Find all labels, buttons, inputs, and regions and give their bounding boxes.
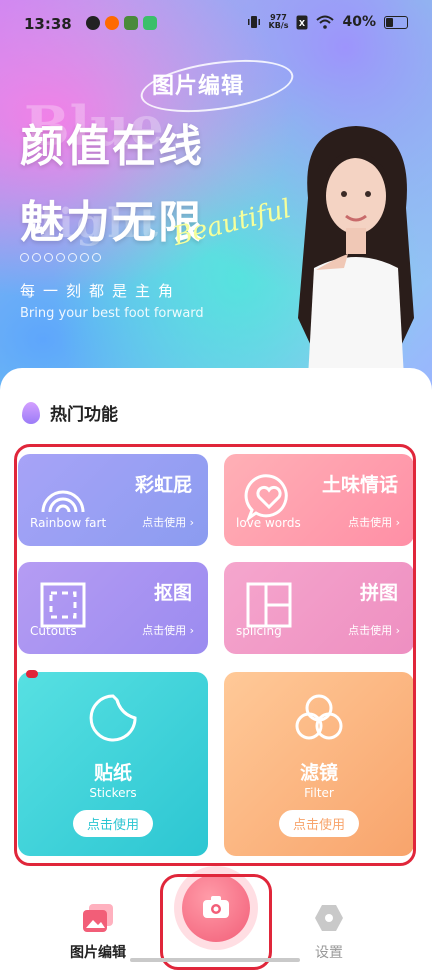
gallery-icon [83, 904, 113, 932]
hero-subtitle-en: Bring your best foot forward [20, 306, 204, 321]
notification-dot [26, 670, 38, 678]
app-notification-icon [105, 16, 119, 30]
battery-text: 40% [342, 14, 376, 30]
tab-label: 设置 [315, 945, 343, 961]
wifi-icon [316, 15, 335, 29]
section-title: 热门功能 [50, 405, 118, 425]
net-speed: 977 KB/s [268, 13, 289, 30]
tab-settings[interactable]: 设置 [314, 904, 344, 962]
section-header: 热门功能 [22, 400, 118, 425]
app-notification-icon [86, 16, 100, 30]
highlight-outline [160, 874, 272, 970]
home-indicator[interactable] [130, 958, 300, 962]
hero-badge: 图片编辑 [152, 74, 245, 99]
hexagon-icon [315, 905, 343, 931]
sim-icon: X [296, 15, 308, 29]
clock: 13:38 [24, 15, 72, 33]
svg-text:X: X [299, 19, 306, 28]
hero-banner: Blue light 13:38 977 KB/s X 40% 图片编辑 颜值在… [0, 0, 432, 400]
app-notification-icon [124, 16, 138, 30]
flame-icon [22, 401, 40, 424]
vibrate-icon [247, 16, 260, 28]
tab-label: 图片编辑 [70, 945, 126, 961]
highlight-outline [14, 444, 416, 866]
hero-subtitle-cn: 每一刻都是主角 [20, 282, 182, 300]
notification-icons [86, 16, 157, 30]
tab-image-edit[interactable]: 图片编辑 [70, 904, 126, 962]
battery-icon [384, 15, 408, 29]
status-bar: 13:38 977 KB/s X 40% [0, 0, 432, 52]
model-portrait-image [298, 126, 414, 378]
hero-headline-1: 颜值在线 [20, 121, 204, 172]
decorative-dots [20, 253, 101, 262]
app-notification-icon [143, 16, 157, 30]
